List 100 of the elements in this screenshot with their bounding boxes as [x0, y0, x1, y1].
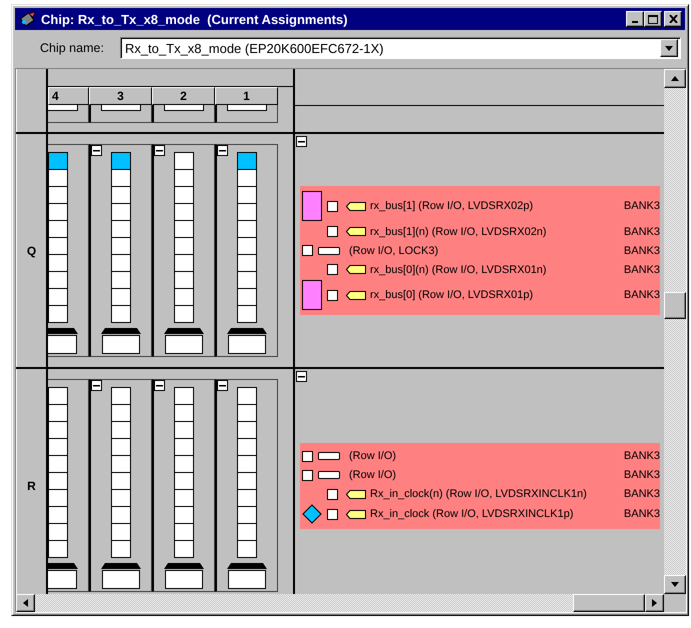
pin-square	[237, 305, 257, 323]
chip-name-dropdown[interactable]: Rx_to_Tx_x8_mode (EP20K600EFC672-1X)	[120, 37, 681, 59]
chip-icon	[19, 11, 37, 27]
pin-square	[237, 237, 257, 255]
pin-square	[48, 506, 68, 524]
tag-icon	[346, 290, 366, 300]
pin-square	[174, 254, 194, 272]
pin-square	[174, 523, 194, 541]
arrow-down-icon	[671, 582, 679, 587]
tag-icon	[346, 227, 366, 236]
collapse-icon[interactable]	[91, 145, 102, 156]
pin-square	[237, 506, 257, 524]
pin-square	[111, 305, 131, 323]
scroll-left-button[interactable]	[16, 594, 35, 612]
pin-square	[48, 421, 68, 439]
pin-square	[237, 421, 257, 439]
pin-square	[48, 288, 68, 306]
checkbox[interactable]	[302, 470, 313, 480]
pin-square	[237, 254, 257, 272]
column-header: 4	[48, 87, 89, 105]
pin-square	[111, 186, 131, 204]
assignment-text: rx_bus[0] (Row I/O, LVDSRX01p)	[370, 289, 534, 301]
pin-square	[111, 540, 131, 558]
close-icon	[668, 15, 678, 23]
pin-square	[48, 254, 68, 272]
minimize-button[interactable]	[626, 11, 644, 27]
pin-square	[174, 455, 194, 473]
tag-icon	[318, 452, 340, 460]
assignment-text: (Row I/O)	[349, 469, 396, 481]
scroll-thumb[interactable]	[573, 594, 645, 612]
assignment-text: Rx_in_clock (Row I/O, LVDSRXINCLK1p)	[370, 508, 574, 520]
pin-square	[174, 169, 194, 187]
checkbox[interactable]	[327, 290, 338, 300]
pin-square	[237, 271, 257, 289]
pin-square	[237, 186, 257, 204]
tag-icon	[346, 490, 366, 498]
pin-square	[174, 186, 194, 204]
pin-square	[174, 472, 194, 490]
pin-square	[174, 438, 194, 456]
pin-square	[174, 506, 194, 524]
horizontal-scrollbar[interactable]	[16, 594, 664, 612]
scroll-up-button[interactable]	[664, 69, 686, 88]
arrow-right-icon	[652, 599, 657, 607]
pin-square	[111, 288, 131, 306]
assignment-text: rx_bus[0](n) (Row I/O, LVDSRX01n)	[370, 264, 546, 276]
scroll-thumb[interactable]	[664, 292, 686, 319]
pin-square	[48, 220, 68, 238]
pin-square	[174, 305, 194, 323]
collapse-icon[interactable]	[154, 380, 165, 391]
pin-square	[174, 203, 194, 221]
pad-drawing	[48, 563, 78, 589]
checkbox[interactable]	[327, 226, 338, 237]
bank-label: BANK3	[624, 226, 660, 238]
vertical-scrollbar[interactable]	[664, 69, 686, 594]
checkbox[interactable]	[327, 488, 338, 500]
pin-square	[48, 237, 68, 255]
bank-label: BANK3	[624, 508, 660, 520]
pin-square	[237, 220, 257, 238]
pin-square	[48, 472, 68, 490]
assignment-text: (Row I/O, LOCK3)	[349, 244, 438, 256]
collapse-icon[interactable]	[296, 371, 307, 382]
assignment-text: rx_bus[1] (Row I/O, LVDSRX02p)	[370, 200, 534, 212]
checkbox[interactable]	[327, 508, 338, 520]
checkbox[interactable]	[327, 200, 338, 212]
pad-icon	[101, 105, 141, 111]
scroll-right-button[interactable]	[645, 594, 664, 612]
scroll-down-button[interactable]	[664, 575, 686, 594]
pin-square	[237, 404, 257, 422]
pin-square	[237, 523, 257, 541]
maximize-button[interactable]	[644, 11, 662, 27]
field-label: Chip name:	[40, 41, 104, 55]
pin-square	[48, 404, 68, 422]
tag-icon	[346, 202, 366, 210]
checkbox[interactable]	[302, 245, 313, 256]
collapse-icon[interactable]	[217, 145, 228, 156]
dropdown-button[interactable]	[660, 39, 678, 57]
pin-square	[237, 288, 257, 306]
pad-drawing	[227, 563, 267, 589]
checkbox[interactable]	[327, 264, 338, 275]
collapse-icon[interactable]	[296, 136, 307, 147]
close-button[interactable]	[664, 11, 682, 27]
tag-icon	[346, 265, 366, 274]
checkbox[interactable]	[302, 450, 313, 462]
pin-square	[174, 220, 194, 238]
pin-square	[237, 169, 257, 187]
bank-label: BANK3	[624, 488, 660, 500]
pin-square	[48, 169, 68, 187]
pin-square	[111, 271, 131, 289]
collapse-icon[interactable]	[91, 380, 102, 391]
collapse-icon[interactable]	[217, 380, 228, 391]
pin-square	[48, 438, 68, 456]
pin-square	[111, 523, 131, 541]
pad-drawing	[101, 328, 141, 354]
collapse-icon[interactable]	[154, 145, 165, 156]
pin-square	[174, 237, 194, 255]
bank-label: BANK3	[624, 264, 660, 276]
pad-icon	[164, 105, 204, 111]
pin-square	[111, 472, 131, 490]
caret-icon	[665, 46, 673, 50]
pin-square	[111, 421, 131, 439]
